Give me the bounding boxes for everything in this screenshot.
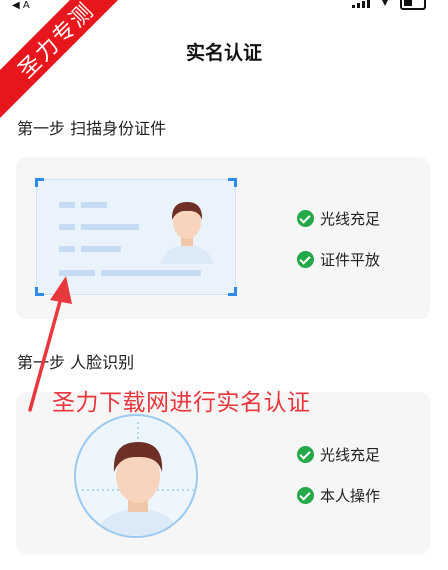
back-to-app-link[interactable]: ◀ A — [12, 0, 30, 12]
signal-icon — [352, 0, 370, 8]
check-item: 本人操作 — [297, 485, 380, 506]
check-item: 光线充足 — [297, 208, 380, 229]
battery-icon — [400, 0, 426, 10]
check-label: 光线充足 — [320, 210, 381, 228]
check-label: 证件平放 — [320, 251, 381, 269]
status-icons — [352, 0, 426, 10]
check-circle-icon — [297, 251, 314, 268]
scan-frame-corner-icon — [228, 178, 237, 187]
check-label: 光线充足 — [320, 446, 381, 464]
person-face-icon — [82, 422, 194, 536]
check-circle-icon — [297, 210, 314, 227]
check-circle-icon — [297, 487, 314, 504]
check-item: 光线充足 — [297, 444, 380, 465]
check-circle-icon — [297, 446, 314, 463]
check-label: 本人操作 — [320, 487, 381, 505]
step1-title: 第一步 扫描身份证件 — [17, 119, 167, 138]
overlay-caption: 圣力下载网进行实名认证 — [52, 390, 311, 416]
wifi-icon — [378, 0, 392, 8]
scan-frame-corner-icon — [228, 287, 237, 296]
scan-frame-corner-icon — [35, 178, 44, 187]
face-illustration — [74, 414, 198, 538]
check-item: 证件平放 — [297, 249, 380, 270]
person-portrait-icon — [161, 202, 213, 264]
